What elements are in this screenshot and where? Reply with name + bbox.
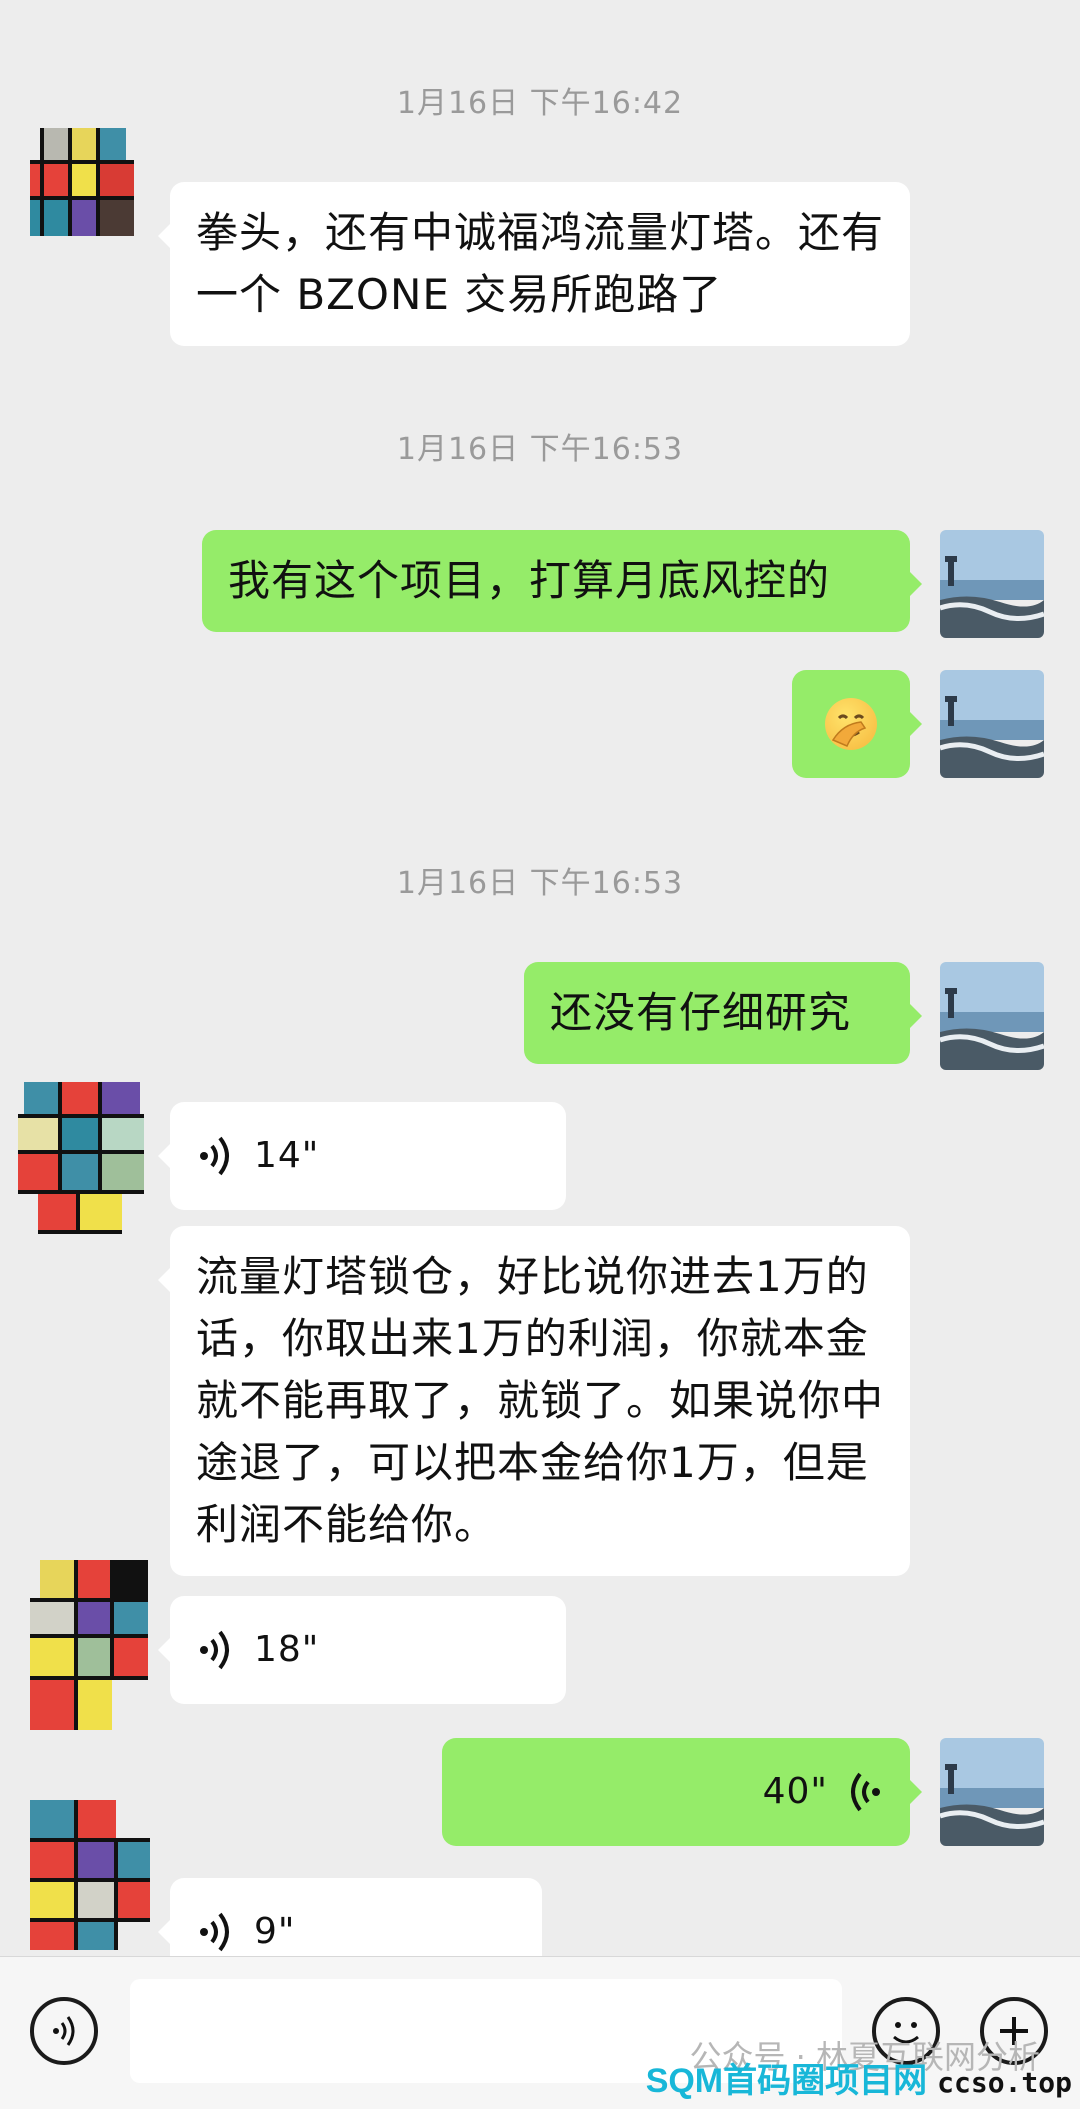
- message-bubble-outgoing-emoji[interactable]: [792, 670, 922, 778]
- site-url: ccso.top: [937, 2066, 1072, 2099]
- voice-wave-icon: [851, 1772, 880, 1812]
- my-avatar[interactable]: [940, 530, 1044, 638]
- my-avatar[interactable]: [940, 670, 1044, 778]
- timestamp: 1月16日 下午16:53: [396, 866, 684, 901]
- message-bubble-incoming[interactable]: 流量灯塔锁仓，好比说你进去1万的话，你取出来1万的利润，你就本金就不能再取了，就…: [158, 1226, 910, 1576]
- voice-wave-icon: [200, 1136, 229, 1176]
- voice-message-outgoing[interactable]: 40": [442, 1738, 922, 1846]
- timestamp: 1月16日 下午16:53: [396, 432, 684, 467]
- voice-duration: 9": [254, 1911, 296, 1952]
- voice-duration: 14": [254, 1135, 320, 1176]
- message-bubble-outgoing[interactable]: 我有这个项目，打算月底风控的: [202, 530, 922, 632]
- voice-wave-icon: [200, 1630, 229, 1670]
- voice-wave-icon: [200, 1912, 229, 1952]
- voice-message-incoming[interactable]: 18": [158, 1596, 566, 1704]
- message-text: 拳头，还有中诚福鸿流量灯塔。还有一个 BZONE 交易所跑路了: [196, 208, 885, 319]
- voice-input-icon[interactable]: [30, 1997, 98, 2065]
- message-text: 我有这个项目，打算月底风控的: [228, 556, 831, 605]
- voice-duration: 40": [762, 1771, 828, 1812]
- my-avatar[interactable]: [940, 1738, 1044, 1846]
- voice-duration: 18": [254, 1629, 320, 1670]
- message-text: 流量灯塔锁仓，好比说你进去1万的话，你取出来1万的利润，你就本金就不能再取了，就…: [196, 1252, 885, 1549]
- my-avatar[interactable]: [940, 962, 1044, 1070]
- contact-avatar[interactable]: [30, 1800, 150, 1950]
- site-watermark: SQM首码圈项目网 ccso.top: [646, 2053, 1072, 2102]
- voice-message-incoming[interactable]: 14": [158, 1102, 566, 1210]
- site-brand: SQM首码圈项目网: [645, 2062, 928, 2100]
- message-text: 还没有仔细研究: [550, 988, 852, 1037]
- contact-avatar[interactable]: [30, 128, 134, 236]
- message-bubble-incoming[interactable]: 拳头，还有中诚福鸿流量灯塔。还有一个 BZONE 交易所跑路了: [158, 182, 910, 346]
- contact-avatar[interactable]: [30, 1560, 150, 1730]
- facepalm-emoji-icon: [825, 698, 877, 750]
- timestamp: 1月16日 下午16:42: [396, 86, 684, 121]
- message-bubble-outgoing[interactable]: 还没有仔细研究: [524, 962, 922, 1064]
- contact-avatar[interactable]: [18, 1076, 148, 1246]
